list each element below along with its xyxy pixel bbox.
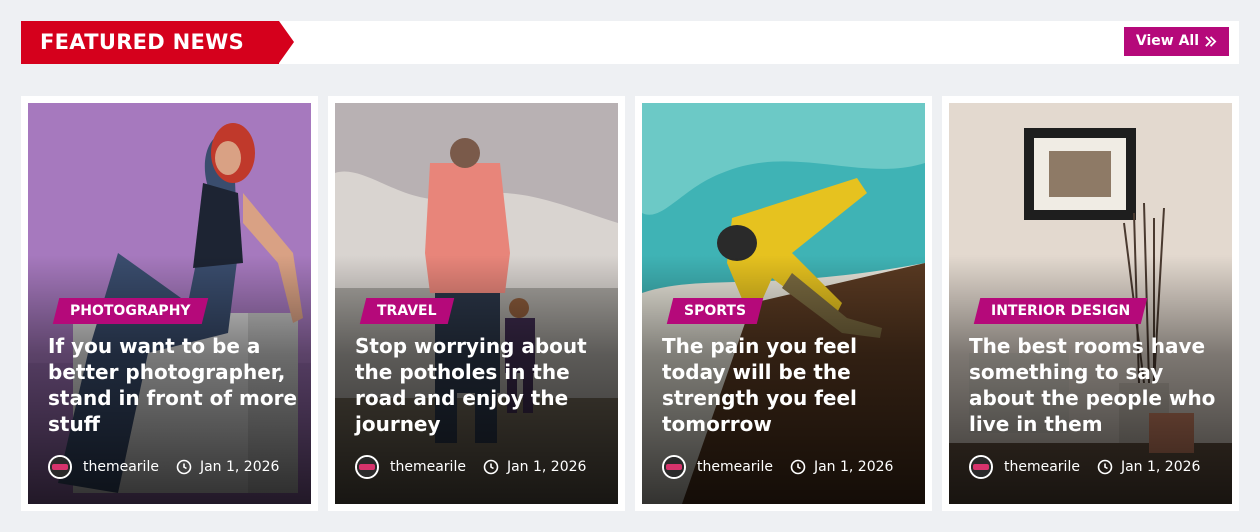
clock-icon <box>790 459 806 475</box>
author-avatar[interactable] <box>48 455 72 479</box>
card-title[interactable]: Stop worrying about the potholes in the … <box>355 333 605 437</box>
section-header: FEATURED NEWS View All <box>21 21 1239 64</box>
view-all-button[interactable]: View All <box>1123 27 1229 56</box>
post-date: Jan 1, 2026 <box>1120 459 1201 475</box>
author-name[interactable]: themearile <box>390 459 466 475</box>
author-avatar[interactable] <box>662 455 686 479</box>
card-title[interactable]: If you want to be a better photographer,… <box>48 333 298 437</box>
author-name[interactable]: themearile <box>1004 459 1080 475</box>
news-card-sports[interactable]: SPORTS The pain you feel today will be t… <box>635 96 932 511</box>
clock-icon <box>483 459 499 475</box>
card-title[interactable]: The best rooms have something to say abo… <box>969 333 1219 437</box>
card-title[interactable]: The pain you feel today will be the stre… <box>662 333 912 437</box>
news-card-interior-design[interactable]: INTERIOR DESIGN The best rooms have some… <box>942 96 1239 511</box>
card-image[interactable]: PHOTOGRAPHY If you want to be a better p… <box>28 103 311 504</box>
author-avatar[interactable] <box>355 455 379 479</box>
category-badge[interactable]: TRAVEL <box>359 298 454 324</box>
post-date: Jan 1, 2026 <box>199 459 280 475</box>
card-meta: themearile Jan 1, 2026 <box>48 455 279 479</box>
section-title: FEATURED NEWS <box>21 21 279 64</box>
clock-icon <box>1097 459 1113 475</box>
author-name[interactable]: themearile <box>697 459 773 475</box>
news-card-travel[interactable]: TRAVEL Stop worrying about the potholes … <box>328 96 625 511</box>
section-title-arrow <box>279 21 294 63</box>
category-badge[interactable]: INTERIOR DESIGN <box>973 298 1148 324</box>
card-image[interactable]: SPORTS The pain you feel today will be t… <box>642 103 925 504</box>
post-date: Jan 1, 2026 <box>506 459 587 475</box>
card-meta: themearile Jan 1, 2026 <box>662 455 893 479</box>
card-meta: themearile Jan 1, 2026 <box>355 455 586 479</box>
category-badge[interactable]: PHOTOGRAPHY <box>52 298 208 324</box>
double-chevron-right-icon <box>1205 36 1217 47</box>
author-name[interactable]: themearile <box>83 459 159 475</box>
view-all-label: View All <box>1135 33 1199 49</box>
author-avatar[interactable] <box>969 455 993 479</box>
clock-icon <box>176 459 192 475</box>
card-image[interactable]: INTERIOR DESIGN The best rooms have some… <box>949 103 1232 504</box>
post-date: Jan 1, 2026 <box>813 459 894 475</box>
card-image[interactable]: TRAVEL Stop worrying about the potholes … <box>335 103 618 504</box>
card-meta: themearile Jan 1, 2026 <box>969 455 1200 479</box>
category-badge[interactable]: SPORTS <box>666 298 764 324</box>
news-card-photography[interactable]: PHOTOGRAPHY If you want to be a better p… <box>21 96 318 511</box>
